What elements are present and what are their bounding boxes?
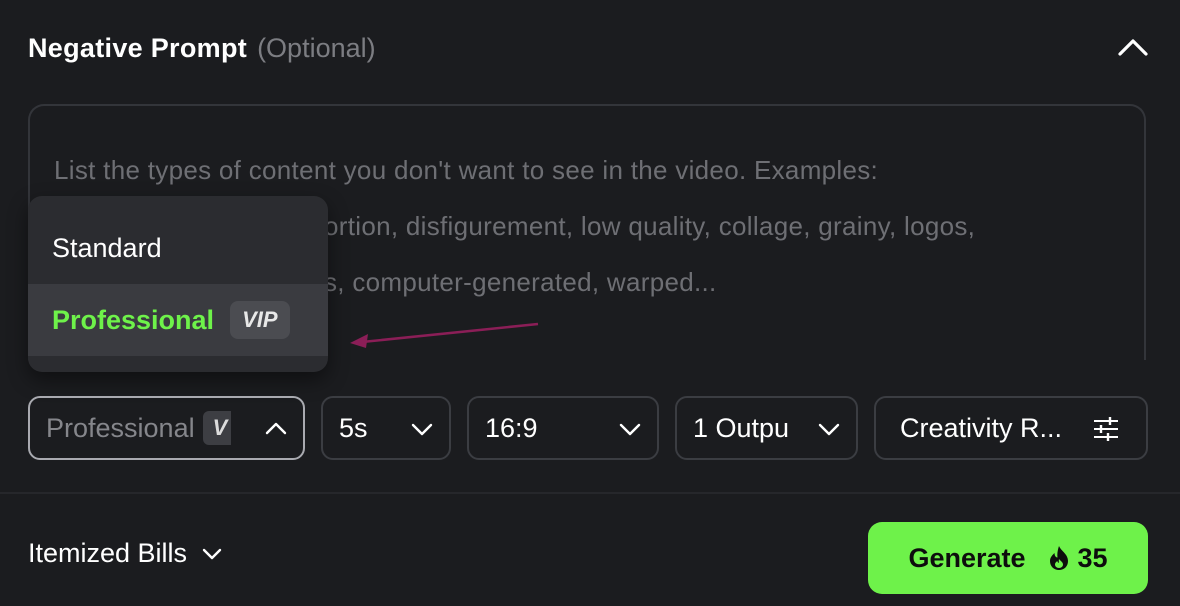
chevron-down-icon [818,423,840,436]
sliders-icon [1094,417,1118,441]
annotation-arrow [350,322,539,348]
divider [0,492,1180,494]
quality-dropdown-menu: Standard Professional VIP [28,196,328,372]
credit-count: 35 [1077,542,1108,573]
vip-badge: VIP [230,301,290,339]
section-title: Negative Prompt [28,32,248,63]
generate-label: Generate [908,542,1026,573]
flame-icon [1049,546,1068,570]
aspect-ratio-select[interactable]: 16:9 [467,396,659,460]
duration-select-value: 5s [339,412,368,443]
chevron-down-icon [411,423,433,436]
output-count-select[interactable]: 1 Outpu [675,396,858,460]
placeholder-line: List the types of content you don't want… [54,155,879,185]
chevron-up-icon [265,422,287,435]
aspect-ratio-value: 16:9 [485,412,538,443]
credit-cost: 35 [1048,543,1108,574]
itemized-bills-label: Itemized Bills [28,538,188,568]
menu-item-professional[interactable]: Professional VIP [28,284,328,356]
menu-item-standard[interactable]: Standard [28,212,328,284]
menu-item-label: Professional [52,304,215,335]
chevron-up-icon [1118,39,1148,56]
vip-badge: V [202,411,231,445]
quality-select-value: Professional [46,412,195,443]
quality-select[interactable]: Professional V [28,396,305,460]
generation-settings-row: Professional V 5s 16:9 1 Outpu Creativit… [0,396,1180,460]
duration-select[interactable]: 5s [321,396,451,460]
negative-prompt-header: Negative Prompt (Optional) [28,26,1150,70]
output-count-value: 1 Outpu [693,412,790,443]
generate-button[interactable]: Generate 35 [868,522,1148,594]
chevron-down-icon [202,548,222,559]
creativity-settings-button[interactable]: Creativity R... [874,396,1148,460]
menu-item-label: Standard [52,232,162,263]
chevron-down-icon [619,423,641,436]
creativity-label: Creativity R... [900,412,1063,443]
itemized-bills-toggle[interactable]: Itemized Bills [28,538,223,569]
collapse-button[interactable] [1116,32,1150,62]
optional-label: (Optional) [257,32,376,63]
